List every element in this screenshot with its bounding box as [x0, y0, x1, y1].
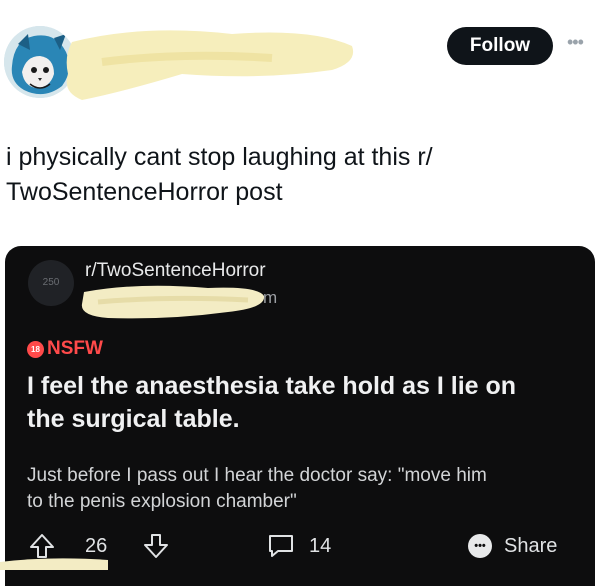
username-redaction — [62, 22, 362, 108]
comments-button[interactable]: 14 — [267, 529, 331, 563]
post-time: m — [263, 288, 278, 307]
nsfw-18-icon: 18 — [27, 340, 44, 358]
post-body-line: Just before I pass out I hear the doctor… — [27, 465, 487, 486]
downvote-icon[interactable] — [143, 529, 169, 563]
nsfw-label: NSFW — [47, 338, 103, 359]
follow-button[interactable]: Follow — [447, 27, 553, 65]
more-horizontal-icon[interactable]: ••• — [567, 33, 593, 51]
post-body: Just before I pass out I hear the doctor… — [27, 463, 587, 515]
tweet-text-line: i physically cant stop laughing at this … — [6, 143, 433, 171]
comment-icon — [269, 535, 293, 557]
post-body-line: to the penis explosion chamber" — [27, 491, 297, 512]
reddit-username-redaction — [78, 282, 268, 322]
post-title-line: the surgical table. — [27, 405, 240, 433]
share-label: Share — [504, 534, 558, 557]
comment-count: 14 — [309, 534, 332, 557]
tweet-text: i physically cant stop laughing at this … — [6, 140, 566, 210]
subreddit-icon[interactable]: 250 — [28, 260, 74, 306]
tweet-text-line: TwoSentenceHorror post — [6, 178, 283, 206]
post-title-line: I feel the anaesthesia take hold as I li… — [27, 372, 517, 400]
reddit-post-card[interactable]: 250 r/TwoSentenceHorror m 18 NSFW I feel… — [5, 246, 595, 586]
share-icon: ••• — [468, 534, 492, 558]
subreddit-name[interactable]: r/TwoSentenceHorror — [85, 260, 266, 282]
share-button[interactable]: ••• Share — [468, 529, 557, 563]
nsfw-tag: 18 NSFW — [27, 338, 103, 360]
bottom-redaction — [0, 556, 110, 570]
post-title[interactable]: I feel the anaesthesia take hold as I li… — [27, 370, 577, 436]
